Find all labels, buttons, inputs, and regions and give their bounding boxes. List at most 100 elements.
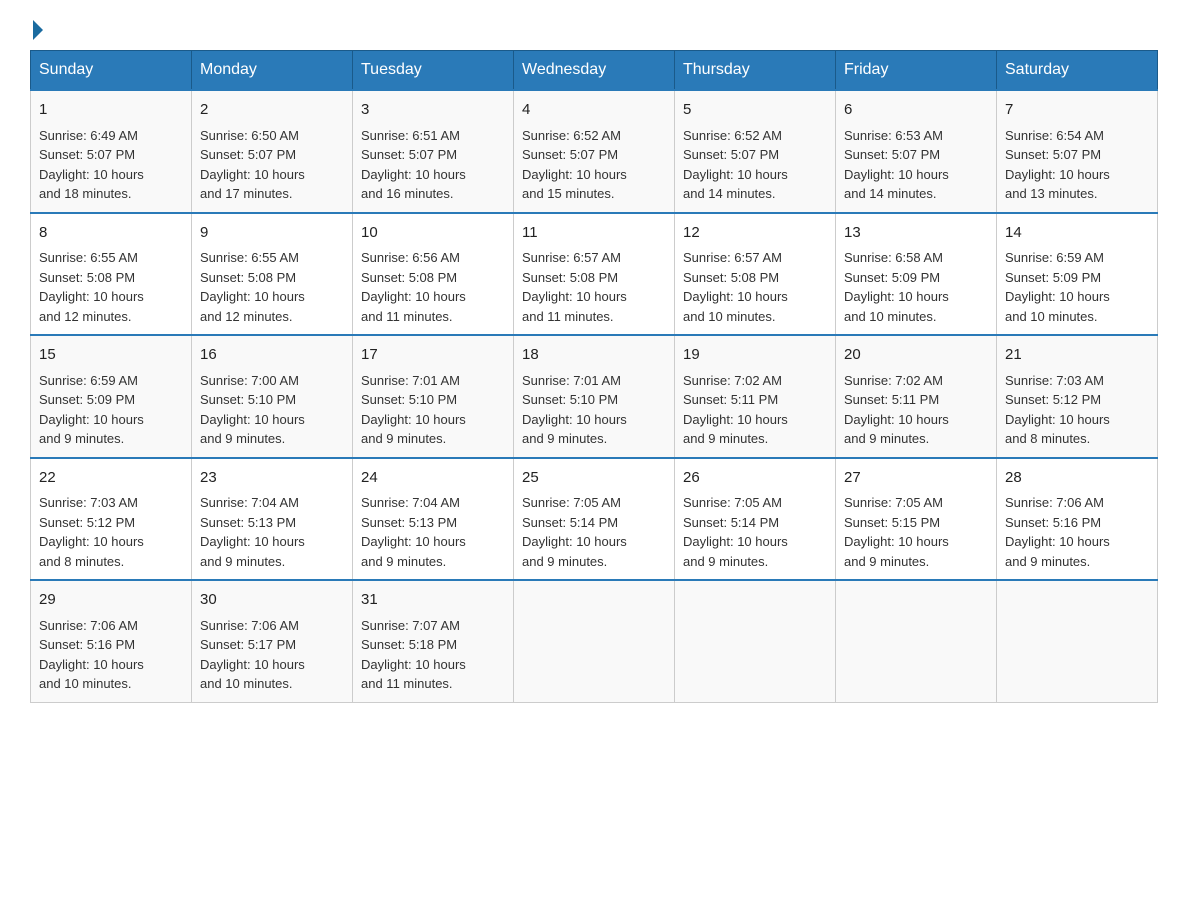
calendar-cell: 13 Sunrise: 6:58 AMSunset: 5:09 PMDaylig…: [836, 213, 997, 336]
calendar-cell: 17 Sunrise: 7:01 AMSunset: 5:10 PMDaylig…: [353, 335, 514, 458]
day-number: 30: [200, 589, 344, 612]
day-number: 1: [39, 99, 183, 122]
day-number: 27: [844, 467, 988, 490]
calendar-cell: 5 Sunrise: 6:52 AMSunset: 5:07 PMDayligh…: [675, 90, 836, 213]
day-number: 16: [200, 344, 344, 367]
calendar-cell: 22 Sunrise: 7:03 AMSunset: 5:12 PMDaylig…: [31, 458, 192, 581]
day-info: Sunrise: 6:59 AMSunset: 5:09 PMDaylight:…: [1005, 250, 1110, 324]
day-number: 22: [39, 467, 183, 490]
day-info: Sunrise: 7:03 AMSunset: 5:12 PMDaylight:…: [39, 495, 144, 569]
day-number: 12: [683, 222, 827, 245]
day-info: Sunrise: 7:04 AMSunset: 5:13 PMDaylight:…: [200, 495, 305, 569]
day-info: Sunrise: 6:52 AMSunset: 5:07 PMDaylight:…: [683, 128, 788, 202]
calendar-cell: 8 Sunrise: 6:55 AMSunset: 5:08 PMDayligh…: [31, 213, 192, 336]
day-info: Sunrise: 7:05 AMSunset: 5:15 PMDaylight:…: [844, 495, 949, 569]
calendar-cell: 4 Sunrise: 6:52 AMSunset: 5:07 PMDayligh…: [514, 90, 675, 213]
day-info: Sunrise: 7:06 AMSunset: 5:16 PMDaylight:…: [1005, 495, 1110, 569]
logo: [30, 20, 50, 40]
day-number: 15: [39, 344, 183, 367]
day-number: 21: [1005, 344, 1149, 367]
day-info: Sunrise: 6:49 AMSunset: 5:07 PMDaylight:…: [39, 128, 144, 202]
calendar-week-row: 15 Sunrise: 6:59 AMSunset: 5:09 PMDaylig…: [31, 335, 1158, 458]
calendar-cell: 9 Sunrise: 6:55 AMSunset: 5:08 PMDayligh…: [192, 213, 353, 336]
day-number: 29: [39, 589, 183, 612]
day-of-week-header: Sunday: [31, 51, 192, 91]
day-number: 2: [200, 99, 344, 122]
day-number: 3: [361, 99, 505, 122]
day-number: 19: [683, 344, 827, 367]
calendar-cell: 3 Sunrise: 6:51 AMSunset: 5:07 PMDayligh…: [353, 90, 514, 213]
day-number: 24: [361, 467, 505, 490]
calendar-cell: 12 Sunrise: 6:57 AMSunset: 5:08 PMDaylig…: [675, 213, 836, 336]
calendar-cell: 19 Sunrise: 7:02 AMSunset: 5:11 PMDaylig…: [675, 335, 836, 458]
day-number: 20: [844, 344, 988, 367]
day-number: 10: [361, 222, 505, 245]
calendar-cell: 1 Sunrise: 6:49 AMSunset: 5:07 PMDayligh…: [31, 90, 192, 213]
calendar-cell: [997, 580, 1158, 702]
day-info: Sunrise: 6:59 AMSunset: 5:09 PMDaylight:…: [39, 373, 144, 447]
day-info: Sunrise: 6:57 AMSunset: 5:08 PMDaylight:…: [683, 250, 788, 324]
calendar-cell: 7 Sunrise: 6:54 AMSunset: 5:07 PMDayligh…: [997, 90, 1158, 213]
logo-arrow-icon: [33, 20, 43, 40]
day-number: 11: [522, 222, 666, 245]
calendar-week-row: 29 Sunrise: 7:06 AMSunset: 5:16 PMDaylig…: [31, 580, 1158, 702]
day-info: Sunrise: 7:00 AMSunset: 5:10 PMDaylight:…: [200, 373, 305, 447]
day-number: 13: [844, 222, 988, 245]
day-info: Sunrise: 6:52 AMSunset: 5:07 PMDaylight:…: [522, 128, 627, 202]
day-of-week-header: Wednesday: [514, 51, 675, 91]
calendar-cell: 2 Sunrise: 6:50 AMSunset: 5:07 PMDayligh…: [192, 90, 353, 213]
day-info: Sunrise: 6:53 AMSunset: 5:07 PMDaylight:…: [844, 128, 949, 202]
day-info: Sunrise: 7:05 AMSunset: 5:14 PMDaylight:…: [522, 495, 627, 569]
calendar-cell: 15 Sunrise: 6:59 AMSunset: 5:09 PMDaylig…: [31, 335, 192, 458]
page-header: [30, 20, 1158, 40]
calendar-cell: 31 Sunrise: 7:07 AMSunset: 5:18 PMDaylig…: [353, 580, 514, 702]
calendar-cell: 11 Sunrise: 6:57 AMSunset: 5:08 PMDaylig…: [514, 213, 675, 336]
day-number: 7: [1005, 99, 1149, 122]
day-number: 28: [1005, 467, 1149, 490]
day-info: Sunrise: 6:58 AMSunset: 5:09 PMDaylight:…: [844, 250, 949, 324]
day-info: Sunrise: 6:55 AMSunset: 5:08 PMDaylight:…: [39, 250, 144, 324]
day-info: Sunrise: 6:56 AMSunset: 5:08 PMDaylight:…: [361, 250, 466, 324]
calendar-cell: 28 Sunrise: 7:06 AMSunset: 5:16 PMDaylig…: [997, 458, 1158, 581]
calendar-cell: 30 Sunrise: 7:06 AMSunset: 5:17 PMDaylig…: [192, 580, 353, 702]
day-of-week-header: Tuesday: [353, 51, 514, 91]
calendar-cell: [514, 580, 675, 702]
day-number: 4: [522, 99, 666, 122]
calendar-cell: 10 Sunrise: 6:56 AMSunset: 5:08 PMDaylig…: [353, 213, 514, 336]
day-info: Sunrise: 7:02 AMSunset: 5:11 PMDaylight:…: [844, 373, 949, 447]
calendar-cell: 29 Sunrise: 7:06 AMSunset: 5:16 PMDaylig…: [31, 580, 192, 702]
calendar-cell: 26 Sunrise: 7:05 AMSunset: 5:14 PMDaylig…: [675, 458, 836, 581]
calendar-cell: 18 Sunrise: 7:01 AMSunset: 5:10 PMDaylig…: [514, 335, 675, 458]
calendar-cell: 14 Sunrise: 6:59 AMSunset: 5:09 PMDaylig…: [997, 213, 1158, 336]
day-info: Sunrise: 7:01 AMSunset: 5:10 PMDaylight:…: [361, 373, 466, 447]
day-number: 9: [200, 222, 344, 245]
day-info: Sunrise: 7:06 AMSunset: 5:17 PMDaylight:…: [200, 618, 305, 692]
calendar-cell: 27 Sunrise: 7:05 AMSunset: 5:15 PMDaylig…: [836, 458, 997, 581]
calendar-cell: [836, 580, 997, 702]
calendar-cell: 21 Sunrise: 7:03 AMSunset: 5:12 PMDaylig…: [997, 335, 1158, 458]
day-number: 26: [683, 467, 827, 490]
calendar-table: SundayMondayTuesdayWednesdayThursdayFrid…: [30, 50, 1158, 703]
calendar-week-row: 1 Sunrise: 6:49 AMSunset: 5:07 PMDayligh…: [31, 90, 1158, 213]
day-of-week-header: Thursday: [675, 51, 836, 91]
day-info: Sunrise: 7:05 AMSunset: 5:14 PMDaylight:…: [683, 495, 788, 569]
calendar-cell: 25 Sunrise: 7:05 AMSunset: 5:14 PMDaylig…: [514, 458, 675, 581]
day-info: Sunrise: 6:54 AMSunset: 5:07 PMDaylight:…: [1005, 128, 1110, 202]
day-number: 17: [361, 344, 505, 367]
day-of-week-header: Friday: [836, 51, 997, 91]
calendar-cell: 16 Sunrise: 7:00 AMSunset: 5:10 PMDaylig…: [192, 335, 353, 458]
day-number: 23: [200, 467, 344, 490]
calendar-cell: 20 Sunrise: 7:02 AMSunset: 5:11 PMDaylig…: [836, 335, 997, 458]
calendar-cell: 23 Sunrise: 7:04 AMSunset: 5:13 PMDaylig…: [192, 458, 353, 581]
day-number: 14: [1005, 222, 1149, 245]
day-info: Sunrise: 6:51 AMSunset: 5:07 PMDaylight:…: [361, 128, 466, 202]
day-number: 8: [39, 222, 183, 245]
day-info: Sunrise: 7:07 AMSunset: 5:18 PMDaylight:…: [361, 618, 466, 692]
day-info: Sunrise: 7:03 AMSunset: 5:12 PMDaylight:…: [1005, 373, 1110, 447]
day-of-week-header: Saturday: [997, 51, 1158, 91]
day-number: 18: [522, 344, 666, 367]
day-number: 25: [522, 467, 666, 490]
day-info: Sunrise: 7:01 AMSunset: 5:10 PMDaylight:…: [522, 373, 627, 447]
day-number: 31: [361, 589, 505, 612]
calendar-week-row: 22 Sunrise: 7:03 AMSunset: 5:12 PMDaylig…: [31, 458, 1158, 581]
